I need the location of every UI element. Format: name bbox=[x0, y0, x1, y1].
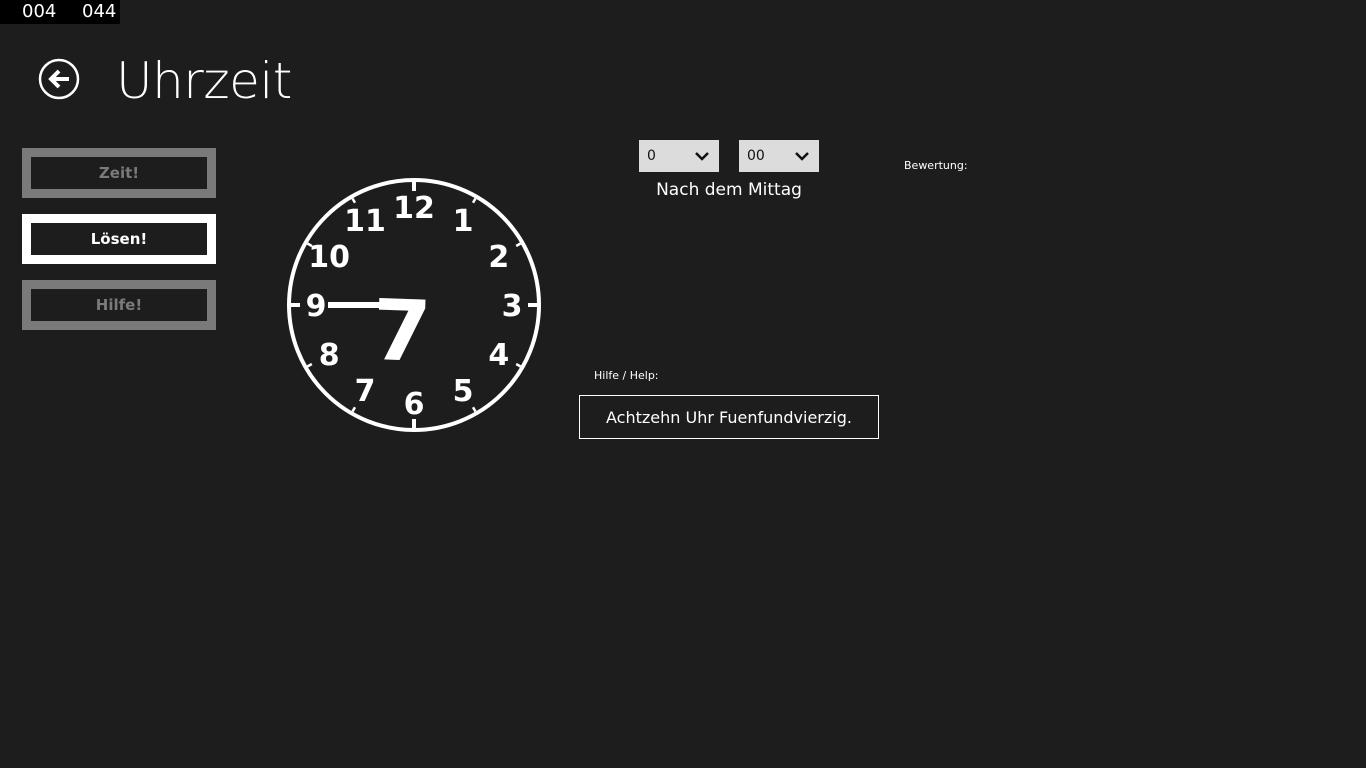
counter-left: 004 bbox=[22, 1, 57, 22]
clock-tick bbox=[351, 197, 357, 204]
clock-numeral: 9 bbox=[306, 289, 327, 324]
help-text: Achtzehn Uhr Fuenfundvierzig. bbox=[606, 407, 852, 427]
clock-numeral: 5 bbox=[453, 374, 474, 409]
period-label: Nach dem Mittag bbox=[656, 180, 802, 200]
rating-label: Bewertung: bbox=[904, 159, 968, 172]
chevron-down-icon bbox=[695, 152, 709, 161]
counter-display: 004 044 bbox=[0, 0, 120, 24]
help-text-box: Achtzehn Uhr Fuenfundvierzig. bbox=[579, 395, 879, 439]
clock-numeral: 7 bbox=[355, 374, 376, 409]
page-title: Uhrzeit bbox=[116, 52, 292, 110]
help-button-label: Hilfe! bbox=[95, 296, 143, 314]
clock-tick bbox=[515, 242, 522, 248]
clock-numeral: 12 bbox=[393, 191, 435, 226]
clock-numeral: 4 bbox=[488, 338, 509, 373]
help-button[interactable]: Hilfe! bbox=[22, 280, 216, 330]
minute-hand: 7 bbox=[371, 281, 433, 381]
clock-numeral: 10 bbox=[308, 240, 350, 275]
back-button[interactable] bbox=[38, 58, 80, 100]
analog-clock: 12 1234567891011 7 bbox=[287, 178, 541, 432]
clock-numeral: 6 bbox=[404, 387, 425, 422]
counter-right: 044 bbox=[82, 1, 117, 22]
time-button-label: Zeit! bbox=[98, 164, 140, 182]
help-label: Hilfe / Help: bbox=[594, 369, 659, 382]
solve-button[interactable]: Lösen! bbox=[22, 214, 216, 264]
clock-numeral: 2 bbox=[488, 240, 509, 275]
solve-button-label: Lösen! bbox=[90, 230, 148, 248]
hours-select[interactable]: 0 bbox=[639, 140, 719, 172]
clock-numeral: 8 bbox=[319, 338, 340, 373]
clock-tick bbox=[471, 197, 477, 204]
time-button[interactable]: Zeit! bbox=[22, 148, 216, 198]
hours-select-value: 0 bbox=[647, 148, 656, 164]
clock-tick bbox=[306, 362, 313, 368]
arrow-left-circle-icon bbox=[38, 58, 80, 100]
minutes-select-value: 00 bbox=[747, 148, 765, 164]
clock-tick bbox=[515, 362, 522, 368]
clock-numeral: 11 bbox=[344, 204, 386, 239]
minutes-select[interactable]: 00 bbox=[739, 140, 819, 172]
chevron-down-icon bbox=[795, 152, 809, 161]
clock-numeral: 3 bbox=[502, 289, 523, 324]
clock-numeral: 1 bbox=[453, 204, 474, 239]
